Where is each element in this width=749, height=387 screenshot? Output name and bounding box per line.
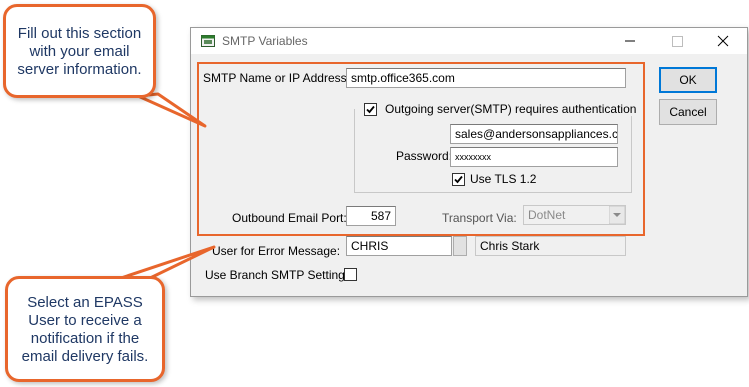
callout-line: email delivery fails. [21, 348, 149, 365]
callout-line: notification if the [30, 330, 140, 347]
callout-line: with your email [29, 43, 130, 60]
callout-line: User to receive a [28, 312, 142, 329]
callout-section-info: Fill out this section with your email se… [3, 4, 156, 98]
callout-line: Select an EPASS [27, 294, 143, 311]
callout-line: server information. [17, 61, 142, 78]
callout-line: Fill out this section [17, 25, 142, 42]
callout-error-user: Select an EPASS User to receive a notifi… [5, 276, 165, 382]
